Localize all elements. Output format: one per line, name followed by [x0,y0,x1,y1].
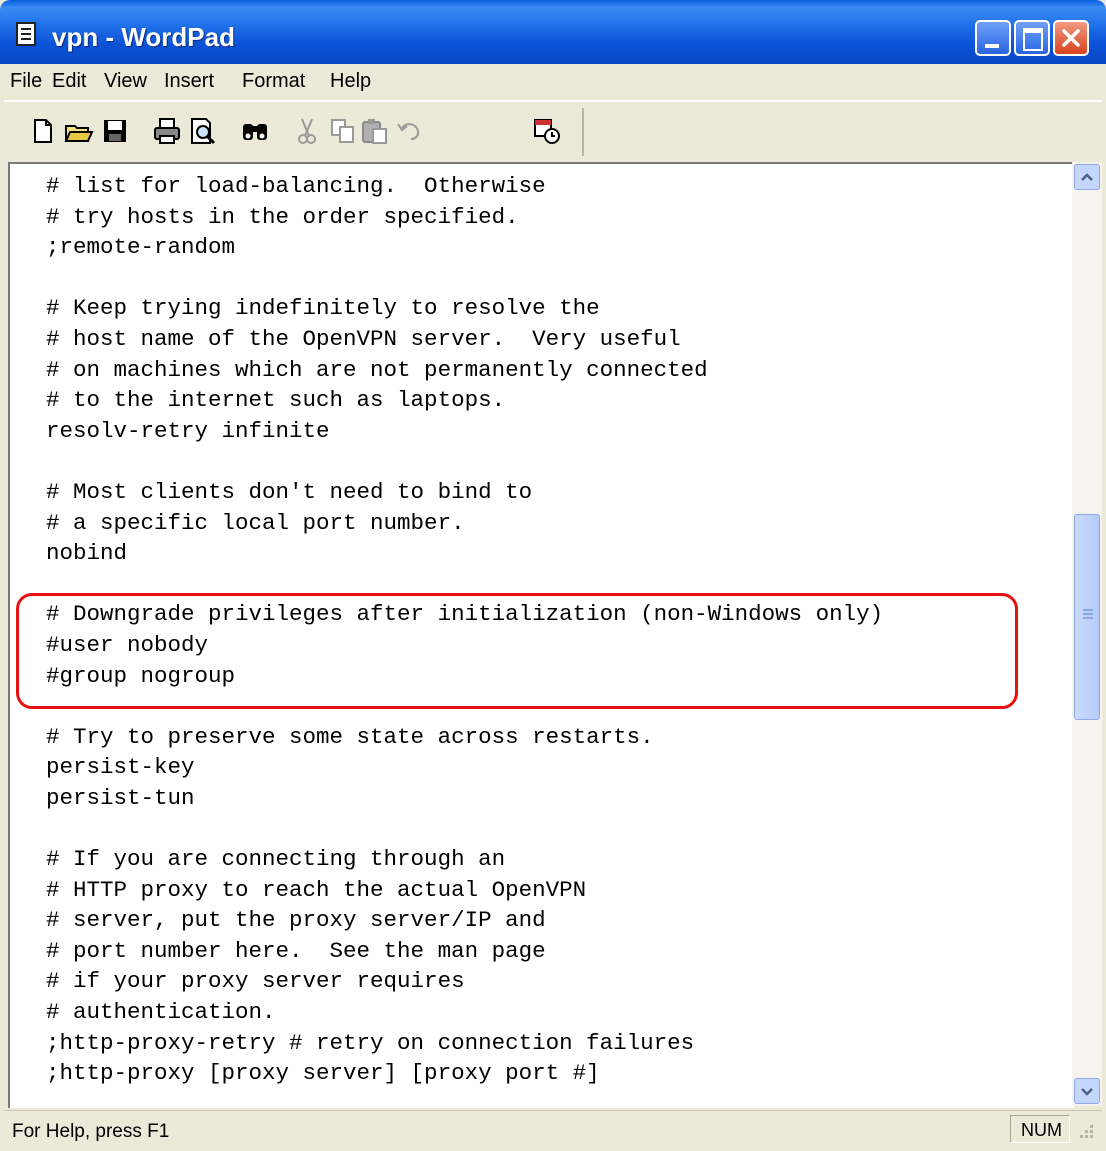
document-line[interactable]: # if your proxy server requires [46,968,465,994]
undo-icon[interactable] [394,116,424,146]
thumb-grip [1083,609,1093,611]
highlight-annotation [16,593,1018,709]
document-editor[interactable]: # list for load-balancing. Otherwise # t… [8,162,1074,1108]
chevron-up-icon [1081,173,1093,181]
document-line[interactable]: # list for load-balancing. Otherwise [46,173,546,199]
close-button[interactable] [1053,20,1089,56]
wordpad-window: vpn - WordPad File Edit View Insert Form… [0,0,1106,1151]
menu-help[interactable]: Help [330,70,371,93]
chevron-down-icon [1081,1088,1093,1096]
document-line[interactable]: # HTTP proxy to reach the actual OpenVPN [46,877,586,903]
paste-icon[interactable] [360,116,390,146]
menu-view[interactable]: View [104,70,147,93]
scroll-thumb[interactable] [1074,514,1100,720]
toolbar [4,101,1102,162]
document-line[interactable]: ;http-proxy [proxy server] [proxy port #… [46,1060,600,1086]
document-line[interactable]: # try hosts in the order specified. [46,204,519,230]
close-icon [1062,29,1080,47]
wordpad-app-icon[interactable] [16,22,36,46]
save-disk-icon[interactable] [100,116,130,146]
menu-file[interactable]: File [10,70,42,93]
print-preview-icon[interactable] [188,116,218,146]
scroll-down-button[interactable] [1074,1078,1100,1104]
open-folder-icon[interactable] [64,116,94,146]
document-line[interactable]: # host name of the OpenVPN server. Very … [46,326,681,352]
document-line[interactable]: # Keep trying indefinitely to resolve th… [46,295,600,321]
document-line[interactable]: # authentication. [46,999,276,1025]
num-lock-panel: NUM [1010,1115,1070,1143]
document-line[interactable]: # Try to preserve some state across rest… [46,724,654,750]
vertical-scrollbar[interactable] [1072,162,1102,1106]
new-document-icon[interactable] [28,116,58,146]
document-line[interactable]: ;http-proxy-retry # retry on connection … [46,1030,694,1056]
document-line[interactable]: # port number here. See the man page [46,938,546,964]
status-help-text: For Help, press F1 [12,1121,170,1142]
print-icon[interactable] [152,116,182,146]
document-line[interactable]: persist-tun [46,785,195,811]
document-line[interactable]: persist-key [46,754,195,780]
document-line[interactable]: nobind [46,540,127,566]
window-title: vpn - WordPad [52,22,235,52]
menu-format[interactable]: Format [242,70,305,93]
maximize-button[interactable] [1014,20,1050,56]
document-line[interactable]: # on machines which are not permanently … [46,357,708,383]
cut-scissors-icon[interactable] [292,116,322,146]
document-line[interactable]: # a specific local port number. [46,510,465,536]
document-line[interactable]: # If you are connecting through an [46,846,505,872]
find-binoculars-icon[interactable] [240,116,270,146]
document-line[interactable]: ;remote-random [46,234,235,260]
resize-grip-icon[interactable] [1076,1121,1096,1141]
scroll-up-button[interactable] [1074,164,1100,190]
title-bar[interactable]: vpn - WordPad [0,0,1106,64]
menu-bar: File Edit View Insert Format Help [4,64,1102,101]
document-line[interactable]: resolv-retry infinite [46,418,330,444]
document-line[interactable]: # Most clients don't need to bind to [46,479,532,505]
menu-insert[interactable]: Insert [164,70,214,93]
menu-edit[interactable]: Edit [52,70,86,93]
document-line[interactable]: # server, put the proxy server/IP and [46,907,546,933]
status-bar: For Help, press F1 NUM [4,1110,1102,1149]
num-lock-indicator: NUM [1021,1120,1062,1140]
copy-icon[interactable] [328,116,358,146]
date-time-icon[interactable] [532,116,562,146]
minimize-button[interactable] [975,20,1011,56]
document-line[interactable]: # to the internet such as laptops. [46,387,505,413]
